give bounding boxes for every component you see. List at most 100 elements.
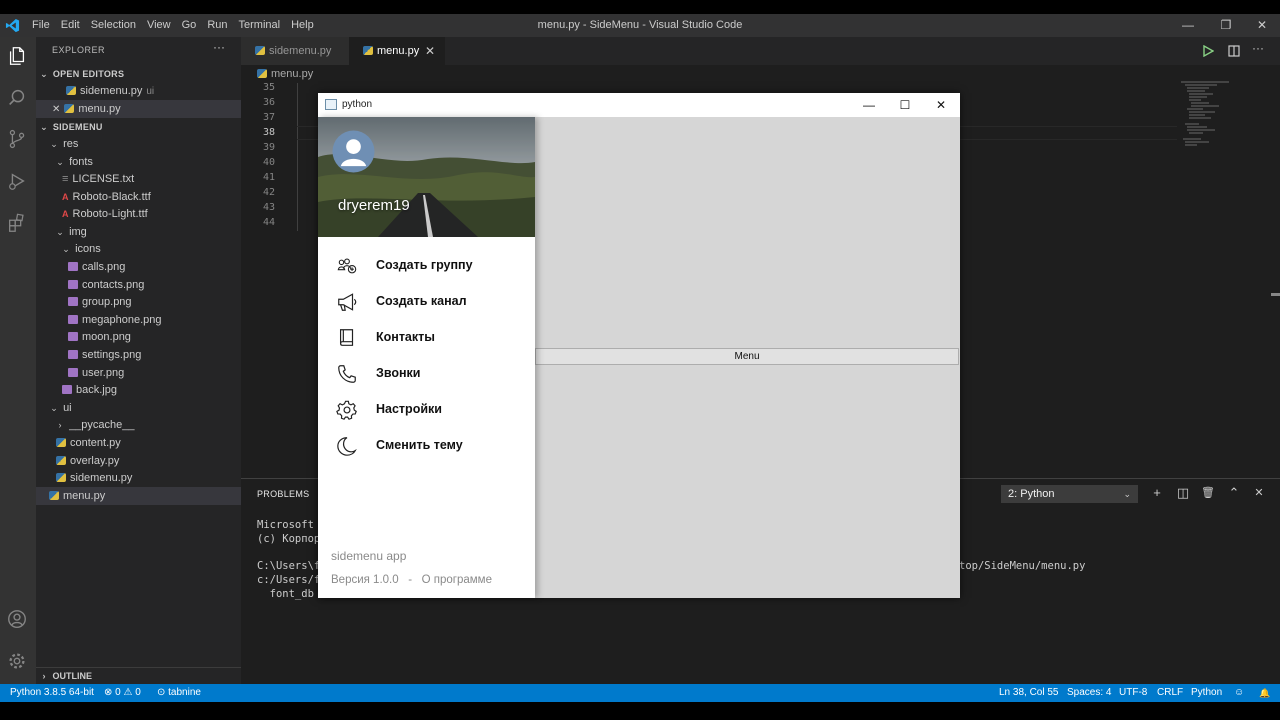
tree-file-roboto-black[interactable]: A Roboto-Black.ttf [36, 188, 241, 206]
tree-file-roboto-light[interactable]: A Roboto-Light.ttf [36, 205, 241, 223]
tree-file-overlay[interactable]: overlay.py [36, 452, 241, 470]
status-encoding[interactable]: UTF-8 [1119, 684, 1147, 702]
chevron-down-icon: ⌄ [50, 403, 58, 413]
tab-problems[interactable]: PROBLEMS [257, 489, 309, 499]
explorer-icon[interactable] [6, 45, 28, 67]
more-actions-icon[interactable]: ··· [213, 40, 225, 54]
tree-file-moon[interactable]: moon.png [36, 328, 241, 346]
manage-gear-icon[interactable] [6, 650, 28, 672]
close-tab-icon[interactable]: ✕ [425, 37, 435, 65]
notifications-bell-icon[interactable]: 🔔 [1259, 684, 1270, 702]
version-about-link[interactable]: Версия 1.0.0 - О программе [331, 574, 492, 586]
menu-item-settings[interactable]: Настройки [318, 391, 535, 427]
tree-file-back[interactable]: back.jpg [36, 381, 241, 399]
tab-sidemenu[interactable]: sidemenu.py [241, 37, 349, 65]
close-icon[interactable]: ✕ [52, 104, 60, 115]
maximize-panel-icon[interactable]: ⌃ [1226, 484, 1242, 502]
image-file-icon [62, 385, 72, 394]
menu-item-change-theme[interactable]: Сменить тему [318, 427, 535, 463]
menu-item-contacts[interactable]: Контакты [318, 319, 535, 355]
feedback-icon[interactable]: ☺ [1234, 684, 1244, 702]
python-file-icon [49, 491, 59, 500]
letterbox-bottom [0, 702, 1280, 720]
tab-menu[interactable]: menu.py ✕ [349, 37, 445, 65]
chevron-right-icon: › [58, 420, 62, 430]
app-maximize-button[interactable]: ☐ [887, 93, 923, 117]
tree-folder-img[interactable]: ⌄ img [36, 223, 241, 241]
close-window-button[interactable]: ✕ [1244, 14, 1280, 37]
tree-file-group[interactable]: group.png [36, 293, 241, 311]
explorer-sidebar: EXPLORER ··· ⌄ OPEN EDITORS sidemenu.py u… [36, 37, 241, 684]
tree-file-sidemenu[interactable]: sidemenu.py [36, 469, 241, 487]
new-terminal-icon[interactable]: + [1149, 484, 1165, 502]
menu-item-create-group[interactable]: Создать группу [318, 247, 535, 283]
status-python-interpreter[interactable]: Python 3.8.5 64-bit [10, 684, 94, 702]
status-cursor-position[interactable]: Ln 38, Col 55 [999, 684, 1059, 702]
contacts-icon [339, 329, 354, 346]
breadcrumb[interactable]: menu.py [257, 68, 313, 80]
tree-label: megaphone.png [82, 314, 162, 326]
tree-label: fonts [69, 156, 93, 168]
tree-file-calls[interactable]: calls.png [36, 258, 241, 276]
tree-file-user[interactable]: user.png [36, 364, 241, 382]
terminal-select[interactable]: 2: Python ⌄ [1001, 485, 1138, 503]
line-number: 41 [262, 172, 275, 183]
terminal-line: c:/Users/fs [257, 574, 327, 586]
line-number: 35 [262, 82, 275, 93]
app-close-button[interactable]: ✕ [923, 93, 959, 117]
trash-icon[interactable]: 🗑 [1200, 484, 1216, 502]
tree-file-license[interactable]: ≡ LICENSE.txt [36, 170, 241, 188]
chevron-right-icon: › [42, 671, 46, 681]
tree-label: back.jpg [76, 384, 117, 396]
status-eol[interactable]: CRLF [1157, 684, 1183, 702]
line-number: 39 [262, 142, 275, 153]
open-editors-section[interactable]: ⌄ OPEN EDITORS [36, 65, 241, 83]
account-icon[interactable] [6, 608, 28, 630]
menu-toggle-button[interactable]: Menu [535, 348, 959, 365]
tree-label: menu.py [63, 490, 106, 502]
open-editor-sidemenu[interactable]: sidemenu.py ui [36, 82, 241, 100]
tree-label: sidemenu.py [70, 472, 133, 484]
tree-folder-res[interactable]: ⌄ res [36, 135, 241, 153]
status-tabnine[interactable]: ⊙ tabnine [157, 684, 201, 702]
maximize-button[interactable]: ❐ [1208, 14, 1244, 37]
source-control-icon[interactable] [6, 128, 28, 150]
tree-label: res [63, 138, 79, 150]
status-language[interactable]: Python [1191, 684, 1222, 702]
tree-folder-fonts[interactable]: ⌄ fonts [36, 153, 241, 171]
app-minimize-button[interactable]: — [851, 93, 887, 117]
split-editor-icon[interactable] [1228, 45, 1240, 57]
split-terminal-icon[interactable]: ◫ [1175, 484, 1191, 502]
extensions-icon[interactable] [6, 212, 28, 234]
run-file-icon[interactable] [1202, 45, 1214, 57]
tree-file-content[interactable]: content.py [36, 434, 241, 452]
image-file-icon [68, 332, 78, 341]
tree-file-menu[interactable]: menu.py [36, 487, 241, 505]
app-name-label: sidemenu app [331, 549, 407, 563]
search-icon[interactable] [6, 87, 28, 109]
python-file-icon [56, 456, 66, 465]
tree-folder-ui[interactable]: ⌄ ui [36, 399, 241, 417]
minimize-button[interactable]: — [1170, 14, 1206, 37]
editor-more-icon[interactable]: ··· [1252, 41, 1264, 55]
open-editor-menu[interactable]: ✕ menu.py [36, 100, 241, 118]
menu-item-calls[interactable]: Звонки [318, 355, 535, 391]
status-indentation[interactable]: Spaces: 4 [1067, 684, 1111, 702]
python-file-icon [56, 473, 66, 482]
status-problems[interactable]: ⊗ 0 ⚠ 0 [104, 684, 141, 702]
tree-folder-pycache[interactable]: › __pycache__ [36, 416, 241, 434]
outline-section[interactable]: › OUTLINE [36, 667, 241, 684]
tree-file-contacts[interactable]: contacts.png [36, 276, 241, 294]
open-editor-hint: ui [146, 86, 155, 97]
run-debug-icon[interactable] [6, 170, 28, 192]
menu-item-create-channel[interactable]: Создать канал [318, 283, 535, 319]
minimap[interactable] [1179, 79, 1259, 169]
tree-folder-icons[interactable]: ⌄ icons [36, 240, 241, 258]
tree-label: ui [63, 402, 72, 414]
close-panel-icon[interactable]: ✕ [1251, 484, 1267, 502]
project-section[interactable]: ⌄ SIDEMENU [36, 118, 241, 136]
megaphone-icon [338, 293, 357, 311]
image-file-icon [68, 368, 78, 377]
tree-file-megaphone[interactable]: megaphone.png [36, 311, 241, 329]
tree-file-settings[interactable]: settings.png [36, 346, 241, 364]
